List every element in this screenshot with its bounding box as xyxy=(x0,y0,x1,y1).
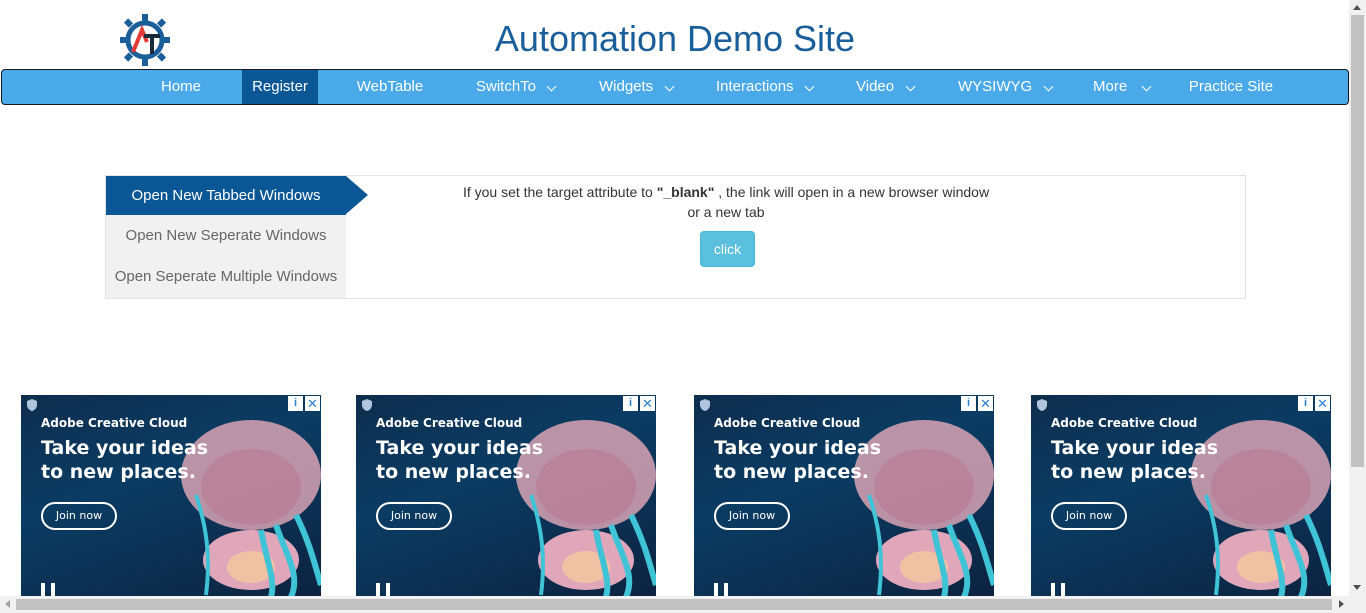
nav-register-label: Register xyxy=(252,78,308,95)
info-icon[interactable]: i xyxy=(961,396,976,411)
nav-video[interactable]: Video xyxy=(844,70,924,104)
chevron-down-icon xyxy=(1043,81,1054,92)
nav-more[interactable]: More xyxy=(1081,70,1153,104)
chevron-down-icon xyxy=(804,81,815,92)
close-icon[interactable]: ✕ xyxy=(978,396,993,411)
nav-webtable[interactable]: WebTable xyxy=(347,70,433,104)
scroll-left-icon[interactable] xyxy=(5,600,10,608)
ad-headline-line1: Take your ideas xyxy=(714,437,882,459)
chevron-down-icon xyxy=(1141,81,1152,92)
tab-open-new-seperate-windows[interactable]: Open New Seperate Windows xyxy=(106,216,346,256)
description-code: "_blank" xyxy=(656,184,715,200)
ad-brand: Adobe Creative Cloud xyxy=(376,416,523,430)
join-now-button[interactable]: Join now xyxy=(1051,502,1127,530)
nav-practice-site[interactable]: Practice Site xyxy=(1178,70,1284,104)
nav-interactions[interactable]: Interactions xyxy=(704,70,824,104)
main-navbar: Home Register WebTable SwitchTo Widgets … xyxy=(1,69,1349,105)
scroll-down-icon[interactable] xyxy=(1353,585,1361,590)
ad-headline-line1: Take your ideas xyxy=(41,437,209,459)
nav-webtable-label: WebTable xyxy=(356,78,424,95)
close-icon[interactable]: ✕ xyxy=(305,396,320,411)
nav-switchto[interactable]: SwitchTo xyxy=(464,70,564,104)
vertical-scroll-thumb[interactable] xyxy=(1351,15,1364,467)
nav-widgets-label: Widgets xyxy=(599,78,654,95)
join-now-button[interactable]: Join now xyxy=(376,502,452,530)
close-icon[interactable]: ✕ xyxy=(640,396,655,411)
chevron-down-icon xyxy=(664,81,675,92)
chevron-down-icon xyxy=(546,81,557,92)
click-button[interactable]: click xyxy=(700,231,755,267)
ad-headline-line2: to new places. xyxy=(376,461,531,483)
nav-widgets[interactable]: Widgets xyxy=(587,70,687,104)
shield-icon[interactable] xyxy=(360,398,374,412)
active-tab-arrow xyxy=(346,176,368,214)
ad-brand: Adobe Creative Cloud xyxy=(41,416,188,430)
ad-headline: Take your ideas to new places. xyxy=(376,436,546,484)
nav-wysiwyg[interactable]: WYSIWYG xyxy=(946,70,1056,104)
nav-video-label: Video xyxy=(856,78,895,95)
vertical-scrollbar[interactable] xyxy=(1349,0,1366,596)
scroll-right-icon[interactable] xyxy=(1339,600,1344,608)
ad-headline-line2: to new places. xyxy=(41,461,196,483)
ad-banner[interactable]: i ✕ Adobe Creative Cloud Take your ideas… xyxy=(1031,395,1331,597)
nav-register[interactable]: Register xyxy=(242,70,318,104)
shield-icon[interactable] xyxy=(698,398,712,412)
shield-icon[interactable] xyxy=(1035,398,1049,412)
ad-banner[interactable]: i ✕ Adobe Creative Cloud Take your ideas… xyxy=(356,395,656,597)
info-icon[interactable]: i xyxy=(623,396,638,411)
shield-icon[interactable] xyxy=(25,398,39,412)
ad-banner[interactable]: i ✕ Adobe Creative Cloud Take your ideas… xyxy=(694,395,994,597)
join-now-button[interactable]: Join now xyxy=(41,502,117,530)
horizontal-scrollbar[interactable] xyxy=(0,596,1366,613)
ad-headline-line2: to new places. xyxy=(1051,461,1206,483)
ad-headline-line1: Take your ideas xyxy=(376,437,544,459)
horizontal-scroll-thumb[interactable] xyxy=(16,599,1332,610)
ad-headline-line2: to new places. xyxy=(714,461,869,483)
info-icon[interactable]: i xyxy=(288,396,303,411)
nav-interactions-label: Interactions xyxy=(716,78,794,95)
ad-banner[interactable]: i ✕ Adobe Creative Cloud Take your ideas… xyxy=(21,395,321,597)
description-prefix: If you set the target attribute to xyxy=(462,184,657,200)
close-icon[interactable]: ✕ xyxy=(1315,396,1330,411)
chevron-down-icon xyxy=(905,81,916,92)
ad-headline-line1: Take your ideas xyxy=(1051,437,1219,459)
scroll-up-icon[interactable] xyxy=(1353,5,1361,10)
ad-brand: Adobe Creative Cloud xyxy=(1051,416,1198,430)
description-line2: or a new tab xyxy=(687,204,765,220)
windows-tab-list: Open New Tabbed Windows Open New Seperat… xyxy=(106,176,368,298)
nav-more-label: More xyxy=(1093,78,1128,95)
nav-practice-site-label: Practice Site xyxy=(1188,78,1274,95)
ad-headline: Take your ideas to new places. xyxy=(41,436,211,484)
nav-wysiwyg-label: WYSIWYG xyxy=(958,78,1033,95)
tab-open-new-tabbed-windows[interactable]: Open New Tabbed Windows xyxy=(106,176,346,215)
description-suffix: , the link will open in a new browser wi… xyxy=(714,184,990,200)
ad-brand: Adobe Creative Cloud xyxy=(714,416,861,430)
ad-headline: Take your ideas to new places. xyxy=(1051,436,1221,484)
ad-headline: Take your ideas to new places. xyxy=(714,436,884,484)
nav-home[interactable]: Home xyxy=(151,70,211,104)
windows-panel: Open New Tabbed Windows Open New Seperat… xyxy=(105,175,1246,299)
info-icon[interactable]: i xyxy=(1298,396,1313,411)
join-now-button[interactable]: Join now xyxy=(714,502,790,530)
nav-switchto-label: SwitchTo xyxy=(476,78,537,95)
tab-open-seperate-multiple-windows[interactable]: Open Seperate Multiple Windows xyxy=(106,257,346,297)
site-title: Automation Demo Site xyxy=(494,18,856,59)
nav-home-label: Home xyxy=(160,78,201,95)
tab-description: If you set the target attribute to "_bla… xyxy=(446,182,1006,222)
